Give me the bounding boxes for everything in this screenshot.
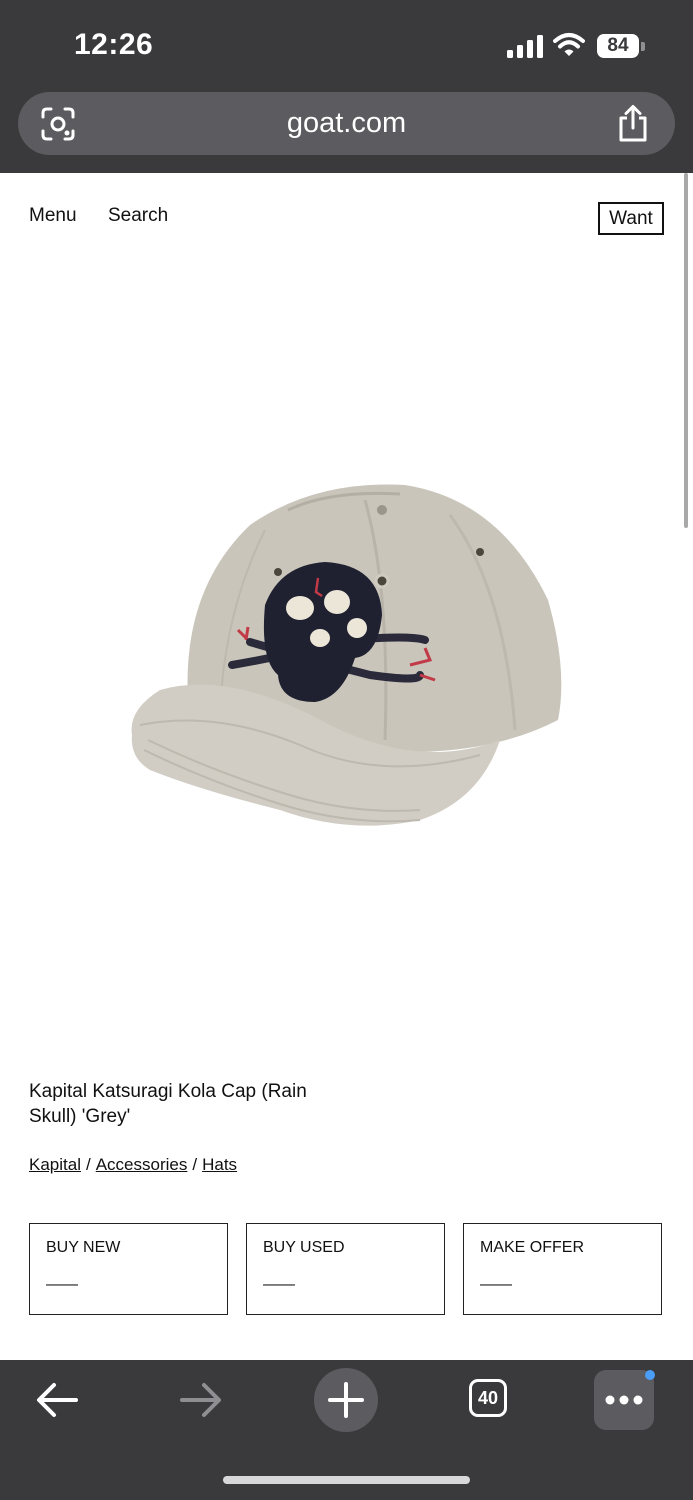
forward-arrow-icon[interactable]	[178, 1380, 224, 1420]
home-indicator	[223, 1476, 470, 1484]
buy-option-label: BUY USED	[263, 1239, 345, 1256]
new-tab-button[interactable]	[314, 1368, 378, 1432]
battery-level: 84	[597, 34, 639, 58]
product-image	[131, 484, 562, 826]
buy-option-label: BUY NEW	[46, 1239, 121, 1256]
breadcrumb: Kapital / Accessories / Hats	[29, 1155, 237, 1175]
tabs-button[interactable]: 40	[469, 1379, 507, 1417]
battery-indicator: 84	[597, 34, 645, 58]
ellipsis-icon	[605, 1395, 643, 1405]
breadcrumb-subcategory-link[interactable]: Hats	[202, 1155, 237, 1174]
site-header: Menu Search Want	[0, 173, 685, 253]
buy-new-button[interactable]: BUY NEW ——	[29, 1223, 228, 1315]
breadcrumb-separator: /	[192, 1155, 198, 1174]
make-offer-button[interactable]: MAKE OFFER ——	[463, 1223, 662, 1315]
breadcrumb-separator: /	[85, 1155, 91, 1174]
plus-icon	[328, 1382, 364, 1418]
wifi-icon	[553, 33, 585, 56]
buy-option-price: ——	[480, 1276, 512, 1293]
buy-option-price: ——	[46, 1276, 78, 1293]
buy-option-price: ——	[263, 1276, 295, 1293]
breadcrumb-category-link[interactable]: Accessories	[96, 1155, 188, 1174]
search-link[interactable]: Search	[108, 205, 168, 227]
address-bar[interactable]: goat.com	[18, 92, 675, 155]
product-title: Kapital Katsuragi Kola Cap (Rain Skull) …	[29, 1081, 307, 1127]
buy-option-label: MAKE OFFER	[480, 1239, 585, 1256]
url-text[interactable]: goat.com	[18, 92, 675, 155]
back-arrow-icon[interactable]	[34, 1380, 80, 1420]
status-time: 12:26	[74, 28, 154, 61]
browser-address-area: goat.com	[0, 90, 693, 173]
menu-link[interactable]: Menu	[29, 205, 77, 227]
buy-used-button[interactable]: BUY USED ——	[246, 1223, 445, 1315]
page-scrollbar[interactable]	[684, 173, 688, 528]
want-button[interactable]: Want	[598, 202, 664, 235]
more-button[interactable]	[594, 1370, 654, 1430]
status-bar: 12:26 84	[0, 0, 693, 90]
cellular-signal-icon	[507, 35, 543, 58]
breadcrumb-brand-link[interactable]: Kapital	[29, 1155, 81, 1174]
share-icon[interactable]	[616, 104, 650, 142]
notification-dot	[645, 1370, 655, 1380]
battery-cap	[641, 42, 645, 51]
